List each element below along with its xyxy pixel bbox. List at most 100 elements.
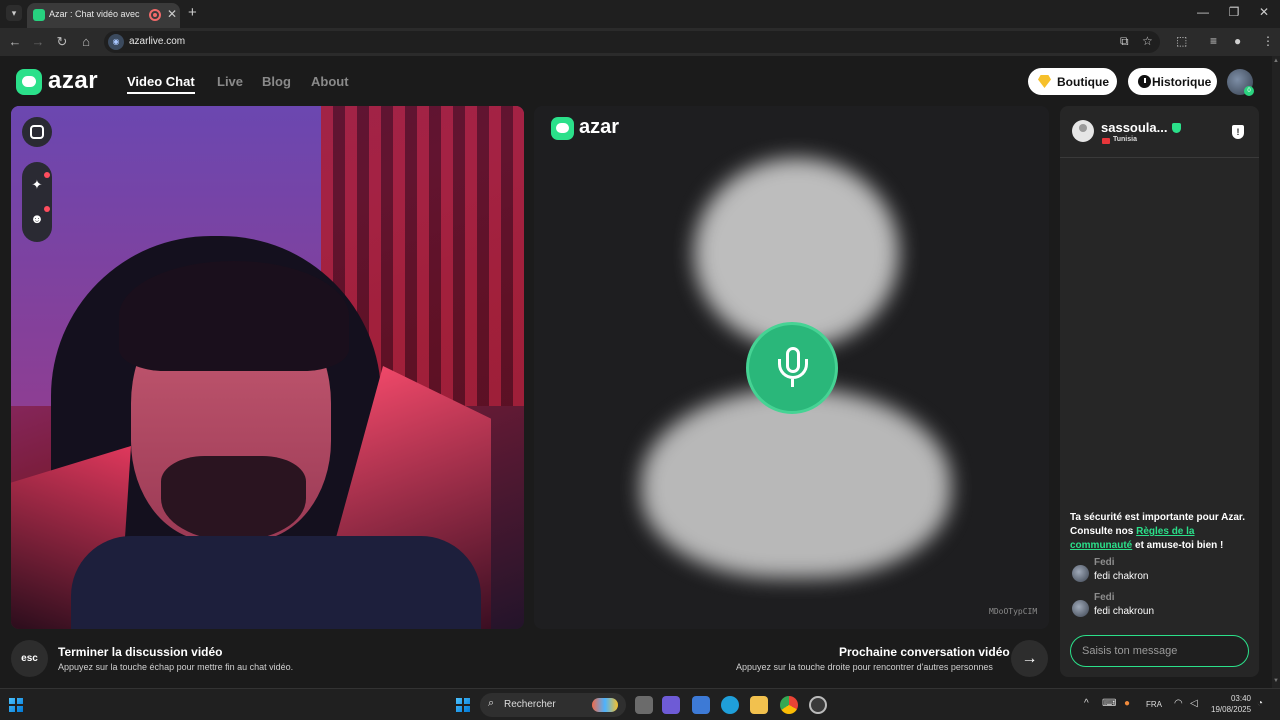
search-highlight-icon <box>592 698 618 712</box>
clock-date: 19/08/2025 <box>1211 705 1252 714</box>
scroll-up-icon[interactable]: ▲ <box>1273 58 1279 64</box>
start-menu-icon[interactable] <box>456 698 470 712</box>
reload-icon[interactable]: ↻ <box>53 33 71 51</box>
message-avatar <box>1072 600 1089 617</box>
tunisia-flag-icon <box>1102 138 1110 144</box>
next-chat-description: Appuyez sur la touche droite pour rencon… <box>736 662 993 672</box>
mic-in-use-icon[interactable]: ● <box>1124 698 1130 709</box>
safety-text-end: et amuse-toi bien ! <box>1132 540 1224 551</box>
person-shirt <box>71 536 481 629</box>
tab-title: Azar : Chat vidéo avec de n <box>49 9 141 19</box>
profile-icon[interactable]: ● <box>1234 34 1241 48</box>
home-icon[interactable]: ⌂ <box>77 33 95 51</box>
swap-view-icon <box>30 125 44 139</box>
reading-list-icon[interactable]: ≡ <box>1210 34 1217 48</box>
microphone-button[interactable] <box>746 322 838 414</box>
azar-favicon-icon <box>33 9 45 21</box>
window-close-icon[interactable]: ✕ <box>1256 5 1272 19</box>
end-chat-title: Terminer la discussion vidéo <box>58 645 223 659</box>
store-icon[interactable] <box>692 696 710 714</box>
forward-icon[interactable]: → <box>29 33 47 51</box>
browser-tab[interactable]: Azar : Chat vidéo avec de n ✕ <box>27 3 180 28</box>
maximize-icon[interactable]: ❐ <box>1226 5 1242 19</box>
logo-text: azar <box>48 67 99 94</box>
gem-icon <box>1038 75 1051 88</box>
search-icon: ⌕ <box>488 697 495 709</box>
notification-bell-icon[interactable]: ◔ <box>1257 698 1263 709</box>
tab-search-icon[interactable]: ▾ <box>6 5 22 21</box>
site-info-icon[interactable]: ◉ <box>108 34 124 50</box>
address-bar[interactable]: ◉ azarlive.com ⧉ ☆ <box>104 31 1160 53</box>
extensions-icon[interactable]: ⬚ <box>1176 34 1187 48</box>
blurred-silhouette-body <box>641 388 951 578</box>
search-label: Rechercher <box>504 699 556 710</box>
video-session-id: MDoOTypCIM <box>989 607 1038 616</box>
nav-blog[interactable]: Blog <box>262 74 291 89</box>
keyboard-icon[interactable]: ⌨ <box>1102 698 1116 709</box>
microphone-stem <box>791 379 794 387</box>
edge-icon[interactable] <box>721 696 739 714</box>
recording-indicator-icon <box>149 9 161 21</box>
person-hair <box>119 261 349 371</box>
avatar-badge: 0 <box>1244 86 1254 96</box>
file-explorer-icon[interactable] <box>750 696 768 714</box>
swap-view-button[interactable] <box>22 117 52 147</box>
clock-icon <box>1138 75 1151 88</box>
azar-logo[interactable]: azar <box>16 67 106 95</box>
azar-logo-icon <box>551 117 574 140</box>
taskbar-search[interactable]: ⌕ Rechercher <box>480 693 626 717</box>
face-mask-icon[interactable]: ☻ <box>30 212 44 226</box>
next-chat-button[interactable]: → <box>1011 640 1048 677</box>
history-button[interactable]: Historique <box>1128 68 1217 95</box>
page-scrollbar[interactable]: ▲ ▼ <box>1272 56 1280 688</box>
self-video: ✦ ☻ <box>11 106 524 629</box>
task-view-icon[interactable] <box>635 696 653 714</box>
input-language[interactable]: FRA <box>1146 700 1162 709</box>
scroll-down-icon[interactable]: ▼ <box>1273 678 1279 684</box>
history-label: Historique <box>1152 75 1212 89</box>
report-shield-icon[interactable]: ! <box>1232 125 1244 139</box>
peer-name[interactable]: sassoula... <box>1101 120 1167 135</box>
back-icon[interactable]: ← <box>6 33 24 51</box>
person-beard <box>161 456 306 541</box>
partner-video-logo: azar <box>551 116 631 141</box>
message-text: fedi chakroun <box>1094 606 1155 617</box>
nav-live[interactable]: Live <box>217 74 243 89</box>
widgets-icon[interactable] <box>9 698 23 712</box>
taskbar-clock[interactable]: 03:40 19/08/2025 <box>1211 693 1251 715</box>
effects-panel: ✦ ☻ <box>22 162 52 242</box>
install-app-icon[interactable]: ⧉ <box>1120 34 1129 49</box>
microphone-arc <box>778 359 808 379</box>
wifi-icon[interactable]: ◠ <box>1174 698 1183 709</box>
shop-label: Boutique <box>1057 75 1109 89</box>
peer-country: Tunisia <box>1113 136 1137 143</box>
message-input[interactable] <box>1070 635 1249 667</box>
obs-icon[interactable] <box>809 696 827 714</box>
user-avatar[interactable]: 0 <box>1227 69 1254 96</box>
tray-overflow-icon[interactable]: ^ <box>1084 698 1089 709</box>
nav-video-chat[interactable]: Video Chat <box>127 74 195 89</box>
nav-about[interactable]: About <box>311 74 349 89</box>
minimize-icon[interactable]: — <box>1195 5 1211 19</box>
partner-video: azar MDoOTypCIM <box>534 106 1049 629</box>
url-text: azarlive.com <box>129 36 186 47</box>
chrome-icon[interactable] <box>780 696 798 714</box>
shop-button[interactable]: Boutique <box>1028 68 1117 95</box>
blurred-silhouette-head <box>694 158 899 348</box>
peer-avatar[interactable] <box>1072 120 1094 142</box>
message-author: Fedi <box>1094 557 1115 568</box>
browser-menu-icon[interactable]: ⋮ <box>1262 34 1274 48</box>
nav-active-underline <box>127 92 195 94</box>
message-author: Fedi <box>1094 592 1115 603</box>
volume-icon[interactable]: ◁ <box>1190 698 1198 709</box>
message-avatar <box>1072 565 1089 582</box>
new-tab-button[interactable]: + <box>188 4 197 21</box>
teams-icon[interactable] <box>662 696 680 714</box>
verified-shield-icon <box>1172 123 1181 133</box>
effects-notification-dot <box>44 172 50 178</box>
end-chat-esc-button[interactable]: esc <box>11 640 48 677</box>
tab-close-icon[interactable]: ✕ <box>167 7 177 21</box>
sparkle-effects-icon[interactable]: ✦ <box>30 178 44 192</box>
bookmark-star-icon[interactable]: ☆ <box>1142 34 1153 48</box>
partner-logo-text: azar <box>579 116 620 138</box>
